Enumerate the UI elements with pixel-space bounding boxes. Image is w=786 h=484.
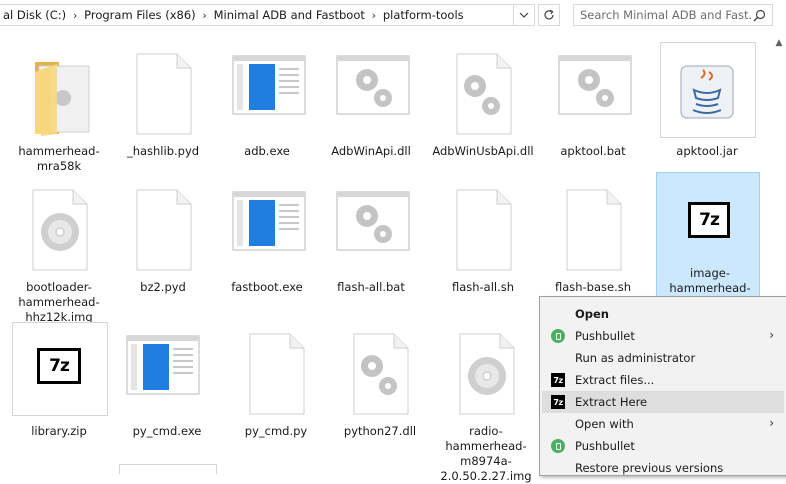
file-name: _hashlib.pyd — [126, 144, 200, 158]
file-name: library.zip — [31, 424, 87, 438]
gears-window-icon — [336, 55, 410, 115]
menu-item-open-with[interactable]: Open with › — [542, 413, 784, 435]
file-name: flash-all.bat — [337, 280, 405, 294]
breadcrumb-program-files[interactable]: Program Files (x86) — [84, 8, 195, 22]
toolbar: al Disk (C:) › Program Files (x86) › Min… — [0, 0, 786, 32]
menu-item-label: Extract Here — [575, 395, 648, 409]
file-name: py_cmd.exe — [132, 424, 202, 438]
file-name: radio-hammerhead-m8974a-2.0.50.2.27.img — [440, 424, 532, 483]
thumbnail-frame — [119, 464, 217, 474]
file-name: AdbWinUsbApi.dll — [432, 144, 534, 158]
search-input[interactable] — [580, 8, 752, 22]
menu-item-run-as-administrator[interactable]: Run as administrator — [542, 347, 784, 369]
refresh-icon — [544, 9, 554, 20]
disc-image-icon — [459, 333, 515, 415]
blank-file-icon — [249, 333, 305, 415]
file-name: bootloader-hammerhead-hhz12k.img — [18, 280, 100, 324]
seven-zip-icon: 7z — [37, 348, 81, 384]
context-menu: Open Pushbullet › Run as administrator 7… — [539, 296, 786, 476]
seven-zip-icon: 7z — [551, 395, 565, 409]
disc-image-icon — [32, 189, 88, 271]
menu-item-label: Run as administrator — [575, 351, 696, 365]
menu-item-open[interactable]: Open — [542, 303, 784, 325]
pushbullet-icon — [551, 329, 565, 343]
menu-item-label: Open — [575, 307, 609, 321]
menu-item-pushbullet[interactable]: Pushbullet — [542, 435, 784, 457]
file-name: py_cmd.py — [244, 424, 308, 438]
chevron-right-icon[interactable]: › — [196, 9, 214, 22]
gears-file-icon — [353, 333, 409, 415]
exe-window-icon — [232, 55, 306, 115]
blank-file-icon — [136, 189, 192, 271]
menu-item-extract-files[interactable]: 7z Extract files... — [542, 369, 784, 391]
menu-item-pushbullet-submenu[interactable]: Pushbullet › — [542, 325, 784, 347]
exe-window-icon — [232, 191, 306, 251]
menu-item-label: Pushbullet — [575, 439, 635, 453]
menu-item-label: Open with — [575, 417, 634, 431]
chevron-right-icon: › — [769, 328, 774, 342]
menu-item-label: Pushbullet — [575, 329, 635, 343]
menu-item-extract-here[interactable]: 7z Extract Here — [542, 391, 784, 413]
breadcrumb-platform-tools[interactable]: platform-tools — [383, 8, 464, 22]
blank-file-icon — [456, 189, 512, 271]
gears-window-icon — [558, 55, 632, 115]
search-icon[interactable] — [753, 9, 766, 22]
pushbullet-icon — [551, 439, 565, 453]
folder-icon — [35, 62, 90, 136]
refresh-button[interactable] — [538, 4, 560, 26]
breadcrumb-minimal-adb[interactable]: Minimal ADB and Fastboot — [214, 8, 365, 22]
address-dropdown-button[interactable] — [513, 4, 535, 26]
chevron-down-icon — [519, 12, 529, 18]
seven-zip-icon: 7z — [688, 202, 730, 238]
file-name: hammerhead-mra58k — [18, 144, 100, 173]
file-name: bz2.pyd — [140, 280, 186, 294]
scroll-up-arrow-icon[interactable]: ▲ — [772, 36, 786, 50]
blank-file-icon — [566, 189, 622, 271]
blank-file-icon — [136, 53, 192, 135]
file-name: fastboot.exe — [231, 280, 303, 294]
exe-window-icon — [126, 335, 200, 395]
file-name: flash-base.sh — [554, 280, 632, 294]
file-name: flash-all.sh — [451, 280, 515, 294]
address-bar[interactable]: al Disk (C:) › Program Files (x86) › Min… — [0, 4, 535, 26]
file-name: apktool.bat — [560, 144, 626, 158]
java-icon — [680, 65, 734, 119]
search-box[interactable] — [573, 4, 773, 26]
gears-window-icon — [336, 191, 410, 251]
file-name: python27.dll — [343, 424, 417, 438]
menu-item-label: Extract files... — [575, 373, 655, 387]
breadcrumb-drive[interactable]: al Disk (C:) — [3, 8, 66, 22]
chevron-right-icon: › — [769, 416, 774, 430]
menu-item-label: Restore previous versions — [575, 461, 724, 475]
file-name: apktool.jar — [676, 144, 738, 158]
menu-item-restore-previous-versions[interactable]: Restore previous versions — [542, 457, 784, 479]
file-name: adb.exe — [244, 144, 290, 158]
file-name: AdbWinApi.dll — [331, 144, 411, 158]
gears-file-icon — [456, 53, 512, 135]
seven-zip-icon: 7z — [551, 373, 565, 387]
chevron-right-icon[interactable]: › — [365, 9, 383, 22]
chevron-right-icon[interactable]: › — [66, 9, 84, 22]
